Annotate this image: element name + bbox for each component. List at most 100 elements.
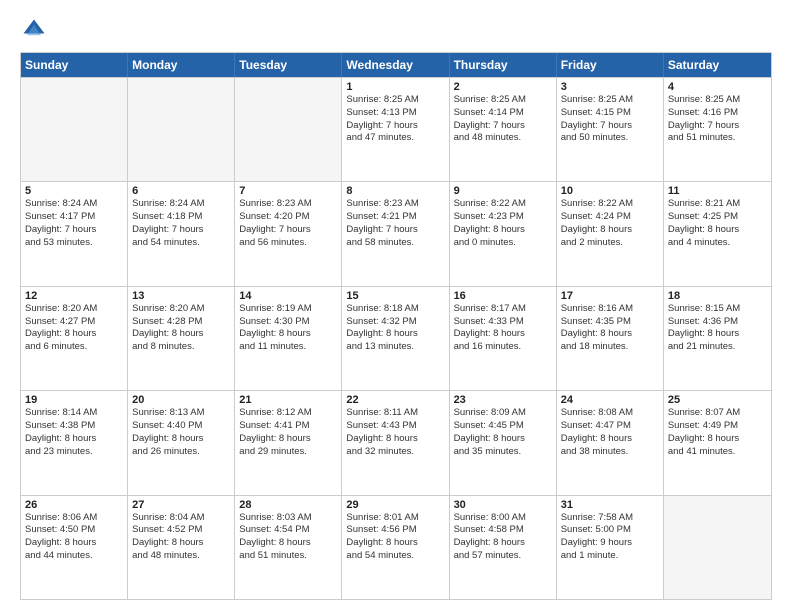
day-number: 9 [454,185,552,197]
logo [20,16,52,44]
calendar-cell: 3Sunrise: 8:25 AM Sunset: 4:15 PM Daylig… [557,78,664,181]
calendar-cell [664,496,771,599]
cell-content: Sunrise: 8:25 AM Sunset: 4:15 PM Dayligh… [561,94,659,145]
cell-content: Sunrise: 8:07 AM Sunset: 4:49 PM Dayligh… [668,407,767,458]
calendar-cell: 2Sunrise: 8:25 AM Sunset: 4:14 PM Daylig… [450,78,557,181]
calendar-cell: 11Sunrise: 8:21 AM Sunset: 4:25 PM Dayli… [664,182,771,285]
cell-content: Sunrise: 8:13 AM Sunset: 4:40 PM Dayligh… [132,407,230,458]
cell-content: Sunrise: 8:23 AM Sunset: 4:20 PM Dayligh… [239,198,337,249]
day-number: 30 [454,499,552,511]
day-number: 15 [346,290,444,302]
day-number: 5 [25,185,123,197]
cell-content: Sunrise: 8:14 AM Sunset: 4:38 PM Dayligh… [25,407,123,458]
calendar-cell: 26Sunrise: 8:06 AM Sunset: 4:50 PM Dayli… [21,496,128,599]
cell-content: Sunrise: 8:00 AM Sunset: 4:58 PM Dayligh… [454,512,552,563]
cell-content: Sunrise: 8:24 AM Sunset: 4:17 PM Dayligh… [25,198,123,249]
day-number: 23 [454,394,552,406]
calendar-cell: 16Sunrise: 8:17 AM Sunset: 4:33 PM Dayli… [450,287,557,390]
page: SundayMondayTuesdayWednesdayThursdayFrid… [0,0,792,612]
calendar-header: SundayMondayTuesdayWednesdayThursdayFrid… [21,53,771,77]
cell-content: Sunrise: 8:20 AM Sunset: 4:28 PM Dayligh… [132,303,230,354]
cell-content: Sunrise: 8:25 AM Sunset: 4:14 PM Dayligh… [454,94,552,145]
day-number: 26 [25,499,123,511]
calendar-week-2: 5Sunrise: 8:24 AM Sunset: 4:17 PM Daylig… [21,181,771,285]
calendar-cell: 12Sunrise: 8:20 AM Sunset: 4:27 PM Dayli… [21,287,128,390]
calendar-week-3: 12Sunrise: 8:20 AM Sunset: 4:27 PM Dayli… [21,286,771,390]
day-number: 22 [346,394,444,406]
cell-content: Sunrise: 8:03 AM Sunset: 4:54 PM Dayligh… [239,512,337,563]
cell-content: Sunrise: 8:06 AM Sunset: 4:50 PM Dayligh… [25,512,123,563]
day-number: 11 [668,185,767,197]
calendar-cell: 19Sunrise: 8:14 AM Sunset: 4:38 PM Dayli… [21,391,128,494]
calendar-cell: 29Sunrise: 8:01 AM Sunset: 4:56 PM Dayli… [342,496,449,599]
calendar-cell [21,78,128,181]
calendar-body: 1Sunrise: 8:25 AM Sunset: 4:13 PM Daylig… [21,77,771,599]
calendar-cell: 5Sunrise: 8:24 AM Sunset: 4:17 PM Daylig… [21,182,128,285]
header-day-tuesday: Tuesday [235,53,342,77]
day-number: 28 [239,499,337,511]
day-number: 31 [561,499,659,511]
day-number: 24 [561,394,659,406]
calendar-cell: 14Sunrise: 8:19 AM Sunset: 4:30 PM Dayli… [235,287,342,390]
calendar-cell: 25Sunrise: 8:07 AM Sunset: 4:49 PM Dayli… [664,391,771,494]
cell-content: Sunrise: 8:22 AM Sunset: 4:23 PM Dayligh… [454,198,552,249]
cell-content: Sunrise: 8:04 AM Sunset: 4:52 PM Dayligh… [132,512,230,563]
header-day-sunday: Sunday [21,53,128,77]
day-number: 2 [454,81,552,93]
cell-content: Sunrise: 8:25 AM Sunset: 4:13 PM Dayligh… [346,94,444,145]
calendar-week-5: 26Sunrise: 8:06 AM Sunset: 4:50 PM Dayli… [21,495,771,599]
cell-content: Sunrise: 8:19 AM Sunset: 4:30 PM Dayligh… [239,303,337,354]
day-number: 13 [132,290,230,302]
day-number: 25 [668,394,767,406]
header-day-monday: Monday [128,53,235,77]
calendar-cell: 13Sunrise: 8:20 AM Sunset: 4:28 PM Dayli… [128,287,235,390]
day-number: 14 [239,290,337,302]
logo-icon [20,16,48,44]
calendar-cell: 20Sunrise: 8:13 AM Sunset: 4:40 PM Dayli… [128,391,235,494]
cell-content: Sunrise: 8:09 AM Sunset: 4:45 PM Dayligh… [454,407,552,458]
calendar-week-4: 19Sunrise: 8:14 AM Sunset: 4:38 PM Dayli… [21,390,771,494]
day-number: 21 [239,394,337,406]
cell-content: Sunrise: 8:08 AM Sunset: 4:47 PM Dayligh… [561,407,659,458]
header-day-thursday: Thursday [450,53,557,77]
cell-content: Sunrise: 8:20 AM Sunset: 4:27 PM Dayligh… [25,303,123,354]
calendar-cell: 4Sunrise: 8:25 AM Sunset: 4:16 PM Daylig… [664,78,771,181]
day-number: 18 [668,290,767,302]
calendar-cell: 1Sunrise: 8:25 AM Sunset: 4:13 PM Daylig… [342,78,449,181]
cell-content: Sunrise: 8:17 AM Sunset: 4:33 PM Dayligh… [454,303,552,354]
cell-content: Sunrise: 8:24 AM Sunset: 4:18 PM Dayligh… [132,198,230,249]
calendar-cell: 31Sunrise: 7:58 AM Sunset: 5:00 PM Dayli… [557,496,664,599]
cell-content: Sunrise: 8:25 AM Sunset: 4:16 PM Dayligh… [668,94,767,145]
day-number: 6 [132,185,230,197]
calendar-cell: 15Sunrise: 8:18 AM Sunset: 4:32 PM Dayli… [342,287,449,390]
calendar-cell: 24Sunrise: 8:08 AM Sunset: 4:47 PM Dayli… [557,391,664,494]
calendar-week-1: 1Sunrise: 8:25 AM Sunset: 4:13 PM Daylig… [21,77,771,181]
day-number: 17 [561,290,659,302]
calendar-cell: 21Sunrise: 8:12 AM Sunset: 4:41 PM Dayli… [235,391,342,494]
day-number: 1 [346,81,444,93]
cell-content: Sunrise: 8:23 AM Sunset: 4:21 PM Dayligh… [346,198,444,249]
cell-content: Sunrise: 8:22 AM Sunset: 4:24 PM Dayligh… [561,198,659,249]
header-day-saturday: Saturday [664,53,771,77]
header [20,16,772,44]
calendar-cell: 18Sunrise: 8:15 AM Sunset: 4:36 PM Dayli… [664,287,771,390]
calendar: SundayMondayTuesdayWednesdayThursdayFrid… [20,52,772,600]
cell-content: Sunrise: 8:11 AM Sunset: 4:43 PM Dayligh… [346,407,444,458]
day-number: 3 [561,81,659,93]
day-number: 27 [132,499,230,511]
calendar-cell: 10Sunrise: 8:22 AM Sunset: 4:24 PM Dayli… [557,182,664,285]
day-number: 8 [346,185,444,197]
calendar-cell: 9Sunrise: 8:22 AM Sunset: 4:23 PM Daylig… [450,182,557,285]
cell-content: Sunrise: 8:15 AM Sunset: 4:36 PM Dayligh… [668,303,767,354]
calendar-cell: 17Sunrise: 8:16 AM Sunset: 4:35 PM Dayli… [557,287,664,390]
day-number: 12 [25,290,123,302]
calendar-cell: 27Sunrise: 8:04 AM Sunset: 4:52 PM Dayli… [128,496,235,599]
calendar-cell: 8Sunrise: 8:23 AM Sunset: 4:21 PM Daylig… [342,182,449,285]
calendar-cell [235,78,342,181]
calendar-cell: 6Sunrise: 8:24 AM Sunset: 4:18 PM Daylig… [128,182,235,285]
calendar-cell: 7Sunrise: 8:23 AM Sunset: 4:20 PM Daylig… [235,182,342,285]
cell-content: Sunrise: 7:58 AM Sunset: 5:00 PM Dayligh… [561,512,659,563]
day-number: 10 [561,185,659,197]
header-day-wednesday: Wednesday [342,53,449,77]
day-number: 7 [239,185,337,197]
